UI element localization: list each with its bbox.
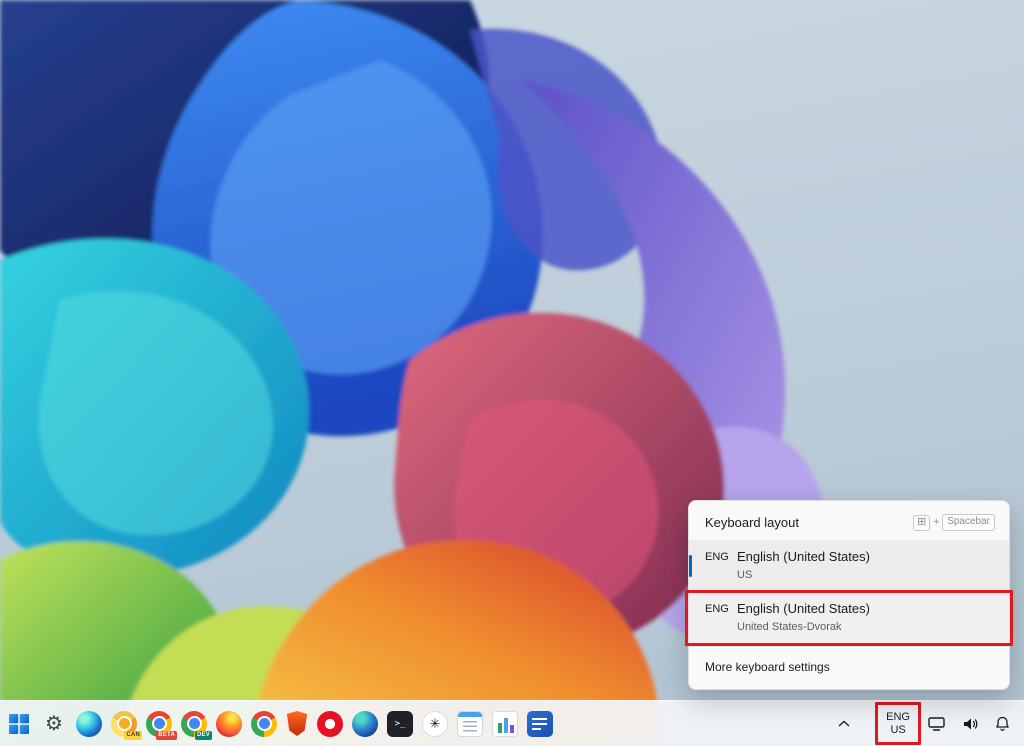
taskbar: ⚙ CAN BETA DEV >_ ✳ (0, 700, 1024, 746)
language-text: English (United States) US (737, 549, 993, 582)
volume-icon (962, 717, 978, 731)
gear-glyph: ⚙ (45, 714, 63, 734)
spacebar-key-label: Spacebar (942, 514, 995, 531)
hidden-icons-chevron[interactable] (836, 716, 852, 731)
firefox-taskbar-icon[interactable] (216, 711, 242, 737)
layout-item-english-us-dvorak[interactable]: ENG English (United States) United State… (689, 592, 1009, 644)
settings-gear-icon[interactable]: ⚙ (41, 711, 67, 737)
chatgpt-logo-glyph: ✳ (430, 717, 441, 730)
more-keyboard-settings-link[interactable]: More keyboard settings (689, 647, 1009, 689)
taskbar-app-icons: ⚙ CAN BETA DEV >_ ✳ (6, 711, 553, 737)
notifications-bell-icon (995, 716, 1010, 731)
beta-badge: BETA (156, 731, 177, 740)
tray-language-indicator[interactable]: ENG US (883, 710, 913, 738)
network-icon (928, 717, 945, 731)
edge-taskbar-icon[interactable] (76, 711, 102, 737)
dev-badge: DEV (195, 731, 212, 740)
win-space-shortcut-hint: ⊞ + Spacebar (913, 514, 995, 531)
terminal-taskbar-icon[interactable]: >_ (387, 711, 413, 737)
layout-item-english-us[interactable]: ENG English (United States) US (689, 540, 1009, 592)
chrome-canary-taskbar-icon[interactable]: CAN (111, 711, 137, 737)
tray-language-line2: US (890, 724, 905, 737)
notifications-tray-button[interactable] (993, 712, 1012, 735)
selected-indicator-bar (689, 555, 692, 577)
flyout-title: Keyboard layout (705, 515, 799, 530)
chrome-taskbar-icon[interactable] (251, 711, 277, 737)
network-tray-button[interactable] (926, 713, 947, 735)
windows-logo-icon (8, 713, 30, 735)
word-taskbar-icon[interactable] (527, 711, 553, 737)
language-code: ENG (705, 549, 737, 563)
chatgpt-taskbar-icon[interactable]: ✳ (422, 711, 448, 737)
tray-language-wrap: ENG US (883, 710, 913, 738)
notepad-taskbar-icon[interactable] (457, 711, 483, 737)
windows-key-icon: ⊞ (913, 515, 930, 531)
language-name: English (United States) (737, 601, 993, 617)
start-button[interactable] (6, 711, 32, 737)
language-layout: United States-Dvorak (737, 621, 993, 634)
keyboard-layout-flyout: Keyboard layout ⊞ + Spacebar ENG English… (688, 500, 1010, 690)
language-code: ENG (705, 601, 737, 615)
edge-dev-taskbar-icon[interactable] (352, 711, 378, 737)
language-layout: US (737, 569, 993, 582)
volume-tray-button[interactable] (960, 713, 980, 735)
chrome-beta-taskbar-icon[interactable]: BETA (146, 711, 172, 737)
chrome-dev-taskbar-icon[interactable]: DEV (181, 711, 207, 737)
brave-taskbar-icon[interactable] (286, 711, 308, 736)
canary-badge: CAN (124, 731, 142, 740)
flyout-header: Keyboard layout ⊞ + Spacebar (689, 503, 1009, 540)
terminal-prompt-glyph: >_ (395, 719, 406, 729)
opera-taskbar-icon[interactable] (317, 711, 343, 737)
system-tray: ENG US (836, 710, 1016, 738)
tray-language-line1: ENG (886, 711, 910, 724)
chevron-up-icon (838, 720, 850, 727)
excel-taskbar-icon[interactable] (492, 711, 518, 737)
shortcut-plus: + (933, 517, 939, 528)
language-text: English (United States) United States-Dv… (737, 601, 993, 634)
language-name: English (United States) (737, 549, 993, 565)
desktop-screen: Keyboard layout ⊞ + Spacebar ENG English… (0, 0, 1024, 746)
